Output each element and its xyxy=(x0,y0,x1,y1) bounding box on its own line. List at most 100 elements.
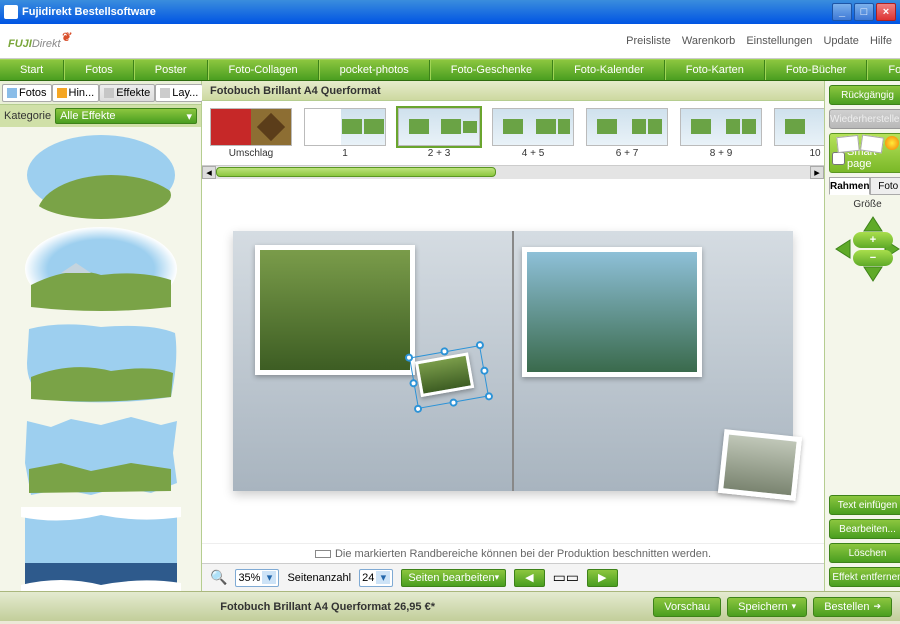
pages-select[interactable]: 24▾ xyxy=(359,569,393,587)
photo-2[interactable] xyxy=(522,247,702,377)
lefttab-fotos[interactable]: Fotos xyxy=(2,84,52,102)
category-label: Kategorie xyxy=(4,110,51,122)
chevron-down-icon: ▾ xyxy=(186,110,192,123)
menu-manager[interactable]: Foto-Manager xyxy=(867,60,900,80)
window-title: Fujidirekt Bestellsoftware xyxy=(22,6,832,18)
minimize-button[interactable]: _ xyxy=(832,3,852,21)
size-label: Größe xyxy=(829,199,900,210)
menu-fotos[interactable]: Fotos xyxy=(64,60,134,80)
crop-message: Die markierten Randbereiche können bei d… xyxy=(202,543,824,563)
menu-start[interactable]: Start xyxy=(0,60,64,80)
link-update[interactable]: Update xyxy=(823,35,858,47)
menu-buecher[interactable]: Foto-Bücher xyxy=(765,60,868,80)
page-left[interactable] xyxy=(233,231,512,491)
remove-effect-button[interactable]: Effekt entfernen xyxy=(829,567,900,587)
chevron-down-icon: ▾ xyxy=(262,571,276,584)
insert-text-button[interactable]: Text einfügen xyxy=(829,495,900,515)
effect-oval[interactable] xyxy=(21,131,181,219)
header: FUJIDirekt❦ Preisliste Warenkorb Einstel… xyxy=(0,24,900,59)
layout-icon xyxy=(160,88,170,98)
redo-button: Wiederherstellen xyxy=(829,109,900,129)
link-einstellungen[interactable]: Einstellungen xyxy=(746,35,812,47)
title-bar: Fujidirekt Bestellsoftware _ □ × xyxy=(0,0,900,24)
chevron-down-icon: ▾ xyxy=(376,571,390,584)
bottom-bar: Fotobuch Brillant A4 Querformat 26,95 €*… xyxy=(0,591,900,621)
next-page-button[interactable]: ▶ xyxy=(587,569,617,587)
size-minus-button[interactable]: − xyxy=(853,250,893,266)
canvas[interactable] xyxy=(202,179,824,543)
order-button[interactable]: Bestellen ➔ xyxy=(813,597,892,617)
edit-button[interactable]: Bearbeiten... xyxy=(829,519,900,539)
zoom-select[interactable]: 35%▾ xyxy=(235,569,279,587)
effect-soft-oval[interactable] xyxy=(21,225,181,313)
photo-3[interactable] xyxy=(718,429,802,501)
canvas-toolbar: 🔍 35%▾ Seitenanzahl 24▾ Seiten bearbeite… xyxy=(202,563,824,591)
photo-icon xyxy=(7,88,17,98)
center-panel: Fotobuch Brillant A4 Querformat Umschlag… xyxy=(202,81,824,591)
tab-rahmen[interactable]: Rahmen xyxy=(829,177,870,195)
product-title: Fotobuch Brillant A4 Querformat xyxy=(202,81,824,101)
photo-selected[interactable] xyxy=(415,352,474,397)
tab-foto[interactable]: Foto xyxy=(870,177,900,195)
page-right[interactable] xyxy=(514,231,793,491)
size-plus-button[interactable]: + xyxy=(853,232,893,248)
book-spread xyxy=(233,231,793,491)
edit-pages-button[interactable]: Seiten bearbeiten ▾ xyxy=(401,569,506,587)
thumb-4-5[interactable]: 4 + 5 xyxy=(492,108,574,159)
arrow-left-button[interactable] xyxy=(833,238,855,260)
save-button[interactable]: Speichern ▾ xyxy=(727,597,807,617)
menu-collagen[interactable]: Foto-Collagen xyxy=(208,60,319,80)
page-thumbnails: Umschlag 1 2 + 3 4 + 5 6 + 7 8 + 9 10 xyxy=(202,101,824,165)
arrow-right-icon: ➔ xyxy=(873,601,881,612)
preview-button[interactable]: Vorschau xyxy=(653,597,721,617)
link-hilfe[interactable]: Hilfe xyxy=(870,35,892,47)
thumb-cover[interactable]: Umschlag xyxy=(210,108,292,159)
thumb-2-3[interactable]: 2 + 3 xyxy=(398,108,480,159)
lefttab-effekte[interactable]: Effekte xyxy=(99,84,155,102)
smart-page-button[interactable]: Smart-page xyxy=(829,133,900,173)
thumbs-scrollbar[interactable]: ◂ ▸ xyxy=(202,165,824,179)
close-button[interactable]: × xyxy=(876,3,896,21)
main-menu: Start Fotos Poster Foto-Collagen pocket-… xyxy=(0,59,900,81)
delete-button[interactable]: Löschen xyxy=(829,543,900,563)
bg-icon xyxy=(57,88,67,98)
undo-button[interactable]: Rückgängig xyxy=(829,85,900,105)
lefttab-hin[interactable]: Hin... xyxy=(52,84,100,102)
effect-torn[interactable] xyxy=(21,507,181,591)
pages-label: Seitenanzahl xyxy=(287,572,351,584)
maximize-button[interactable]: □ xyxy=(854,3,874,21)
menu-karten[interactable]: Foto-Karten xyxy=(665,60,765,80)
effect-brush[interactable] xyxy=(21,319,181,407)
menu-pocket[interactable]: pocket-photos xyxy=(319,60,430,80)
size-arrow-pad: + − xyxy=(829,214,900,284)
logo: FUJIDirekt❦ xyxy=(8,31,71,52)
prev-page-button[interactable]: ◀ xyxy=(514,569,544,587)
thumb-8-9[interactable]: 8 + 9 xyxy=(680,108,762,159)
scroll-right-icon[interactable]: ▸ xyxy=(810,166,824,179)
photo-1[interactable] xyxy=(255,245,415,375)
app-icon xyxy=(4,5,18,19)
effects-list[interactable] xyxy=(0,127,201,591)
bottom-title: Fotobuch Brillant A4 Querformat 26,95 €* xyxy=(8,601,647,613)
effects-icon xyxy=(104,88,114,98)
smart-page-checkbox[interactable] xyxy=(832,152,845,165)
category-select[interactable]: Alle Effekte▾ xyxy=(55,108,197,124)
thumb-10[interactable]: 10 xyxy=(774,108,824,159)
scroll-thumb[interactable] xyxy=(216,167,496,177)
menu-geschenke[interactable]: Foto-Geschenke xyxy=(430,60,553,80)
link-warenkorb[interactable]: Warenkorb xyxy=(682,35,735,47)
selection-frame[interactable] xyxy=(409,345,489,409)
lefttab-layout[interactable]: Lay... xyxy=(155,84,203,102)
book-icon: ▭▭ xyxy=(553,569,579,586)
link-preisliste[interactable]: Preisliste xyxy=(626,35,671,47)
menu-kalender[interactable]: Foto-Kalender xyxy=(553,60,665,80)
menu-poster[interactable]: Poster xyxy=(134,60,208,80)
thumb-6-7[interactable]: 6 + 7 xyxy=(586,108,668,159)
scroll-left-icon[interactable]: ◂ xyxy=(202,166,216,179)
thumb-1[interactable]: 1 xyxy=(304,108,386,159)
header-links: Preisliste Warenkorb Einstellungen Updat… xyxy=(618,35,892,47)
zoom-out-icon[interactable]: 🔍 xyxy=(210,569,227,586)
left-panel: Fotos Hin... Effekte Lay... Kategorie Al… xyxy=(0,81,202,591)
effect-rough[interactable] xyxy=(21,413,181,501)
chevron-down-icon: ▾ xyxy=(792,601,797,612)
